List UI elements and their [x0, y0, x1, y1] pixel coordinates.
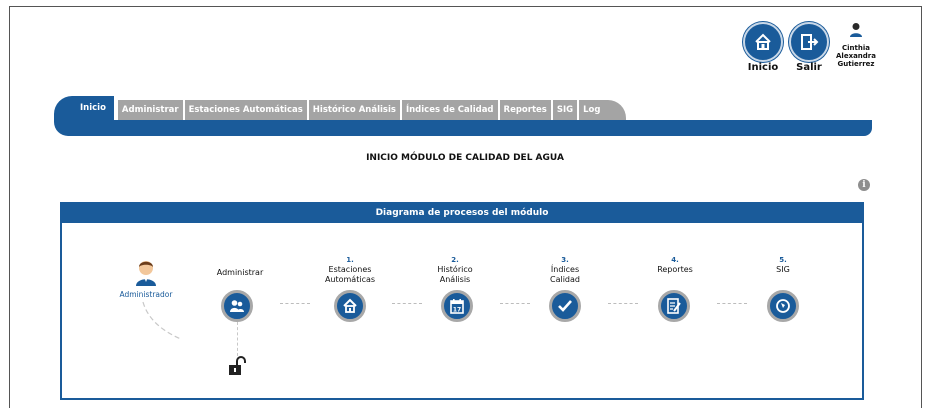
exit-button[interactable] [789, 22, 829, 62]
step-connector [392, 303, 422, 304]
step-reportes: 4. Reportes [657, 256, 693, 274]
step-historico-button[interactable]: 17 [441, 290, 473, 322]
globe-icon [776, 299, 790, 313]
svg-text:17: 17 [453, 307, 461, 314]
user-profile[interactable]: Cinthia Alexandra Gutierrez [836, 22, 876, 68]
step-sig-button[interactable] [767, 290, 799, 322]
user-name: Cinthia Alexandra Gutierrez [836, 44, 876, 68]
users-icon [230, 300, 244, 312]
tab-inicio[interactable]: Inicio [54, 96, 114, 120]
report-icon [667, 298, 681, 314]
step-administrar: Administrar [216, 268, 264, 277]
step-connector [717, 303, 747, 304]
exit-label[interactable]: Salir [787, 62, 831, 73]
tab-estaciones-automaticas[interactable]: Estaciones Automáticas [184, 100, 307, 120]
administrator-avatar-icon [136, 261, 156, 286]
tab-administrar[interactable]: Administrar [117, 100, 183, 120]
tab-sig[interactable]: SIG [552, 100, 578, 120]
step-historico: 2. Histórico Análisis [437, 256, 473, 284]
step-indices: 3. Índices Calidad [550, 256, 580, 284]
step-connector [608, 303, 638, 304]
tab-underline-bar [54, 120, 872, 136]
panel-title: Diagrama de procesos del módulo [62, 204, 862, 223]
check-icon [558, 300, 572, 312]
tab-log[interactable]: Log [579, 100, 627, 120]
step-connector [500, 303, 530, 304]
step-sig: 5. SIG [776, 256, 790, 274]
step-indices-button[interactable] [549, 290, 581, 322]
home-icon [343, 298, 357, 313]
step-administrar-button[interactable] [221, 290, 253, 322]
home-label[interactable]: Inicio [741, 62, 785, 73]
calendar-icon: 17 [450, 299, 464, 314]
page-title: INICIO MÓDULO DE CALIDAD DEL AGUA [366, 153, 564, 163]
dashed-connector [142, 301, 182, 340]
home-icon [755, 33, 771, 50]
user-icon [850, 23, 862, 37]
logout-icon [801, 34, 819, 50]
step-estaciones: 1. Estaciones Automáticas [324, 256, 376, 284]
lock-icon[interactable] [228, 356, 246, 376]
info-icon[interactable]: i [858, 179, 870, 191]
step-reportes-button[interactable] [658, 290, 690, 322]
lock-connector [237, 322, 238, 356]
tab-indices-calidad[interactable]: Índices de Calidad [401, 100, 498, 120]
tab-historico-analisis[interactable]: Histórico Análisis [308, 100, 400, 120]
step-connector [280, 303, 310, 304]
tab-reportes[interactable]: Reportes [499, 100, 551, 120]
main-tabs: Inicio Administrar Estaciones Automática… [54, 96, 628, 120]
home-button[interactable] [743, 22, 783, 62]
step-estaciones-button[interactable] [334, 290, 366, 322]
